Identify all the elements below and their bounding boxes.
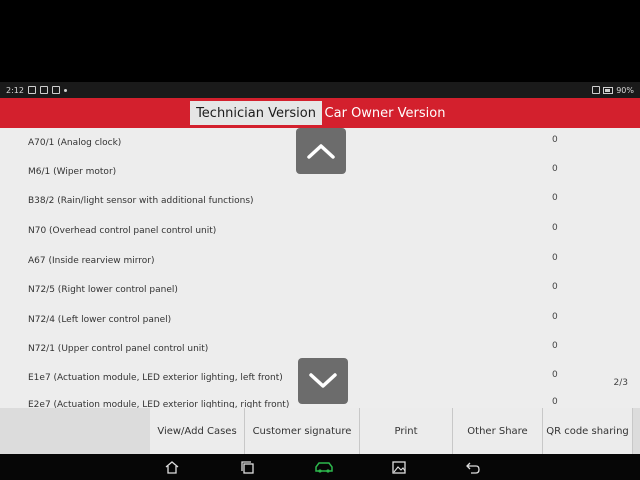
chevron-up-icon [307,144,335,159]
settings-notification-icon [39,86,48,94]
module-value: 0 [552,341,558,351]
module-value: 0 [552,282,558,292]
action-bar: View/Add Cases Customer signature Print … [0,408,640,454]
module-name: N72/5 (Right lower control panel) [28,285,178,295]
tab-technician-version[interactable]: Technician Version [190,101,322,125]
module-name: N72/1 (Upper control panel control unit) [28,344,209,354]
module-name: E2e7 (Actuation module, LED exterior lig… [28,400,290,408]
module-name: N72/4 (Left lower control panel) [28,315,172,325]
list-item: N70 (Overhead control panel control unit… [28,223,628,242]
more-notifications-icon [63,88,67,92]
module-value: 0 [552,397,558,407]
print-button[interactable]: Print [360,408,453,454]
recents-icon [241,460,254,474]
module-value: 0 [552,370,558,380]
back-button[interactable] [465,460,481,474]
module-name: A70/1 (Analog clock) [28,138,122,148]
module-value: 0 [552,223,558,233]
module-value: 0 [552,193,558,203]
status-bar: 2:12 90% [0,82,640,98]
notification-icon [27,86,36,94]
app-notification-icon [51,86,60,94]
module-name: N70 (Overhead control panel control unit… [28,226,217,236]
qr-code-sharing-button[interactable]: QR code sharing [543,408,633,454]
module-name: A67 (Inside rearview mirror) [28,256,155,266]
gallery-button[interactable] [391,460,407,474]
list-item: A67 (Inside rearview mirror) 0 [28,253,628,272]
module-name: B38/2 (Rain/light sensor with additional… [28,196,254,206]
customer-signature-button[interactable]: Customer signature [245,408,360,454]
module-value: 0 [552,312,558,322]
scroll-down-button[interactable] [298,358,348,404]
battery-icon [603,86,614,94]
diagnostic-app-button[interactable] [314,460,334,474]
module-name: E1e7 (Actuation module, LED exterior lig… [28,373,283,383]
back-icon [466,462,480,474]
recents-button[interactable] [240,460,256,474]
status-time: 2:12 [6,85,24,95]
list-item: B38/2 (Rain/light sensor with additional… [28,193,628,212]
list-item: N72/4 (Left lower control panel) 0 [28,312,628,331]
home-button[interactable] [164,460,180,474]
page-indicator: 2/3 [613,378,628,388]
system-nav-bar [0,454,640,480]
module-list[interactable]: A70/1 (Analog clock) 0 M6/1 (Wiper motor… [0,128,640,408]
home-icon [165,460,179,474]
module-value: 0 [552,135,558,145]
wifi-icon [592,86,601,94]
other-share-button[interactable]: Other Share [453,408,543,454]
battery-level: 90% [616,85,634,95]
chevron-down-icon [309,373,337,388]
version-tab-bar: Technician Version Car Owner Version [0,98,640,128]
module-value: 0 [552,164,558,174]
scroll-up-button[interactable] [296,128,346,174]
car-diagnostic-icon [315,461,333,473]
module-value: 0 [552,253,558,263]
module-name: M6/1 (Wiper motor) [28,167,117,177]
gallery-icon [392,460,406,474]
tablet-screen: 2:12 90% Technician Version Car Owner Ve… [0,82,640,480]
view-add-cases-button[interactable]: View/Add Cases [150,408,245,454]
list-item: N72/5 (Right lower control panel) 0 [28,282,628,301]
tab-car-owner-version[interactable]: Car Owner Version [322,101,448,125]
